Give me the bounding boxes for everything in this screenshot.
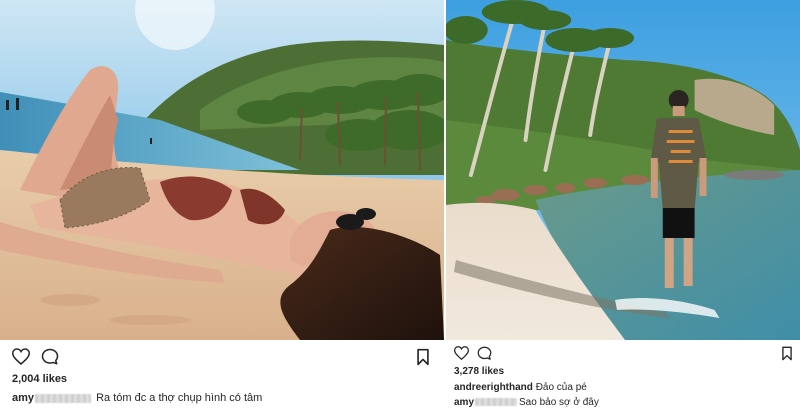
post-actions-bar [0,343,444,371]
redacted-username-blur [35,393,92,403]
comment: andreerighthand Đảo của pé [454,382,587,393]
comment-text: Sao bảo sợ ở đây [519,397,599,408]
speech-bubble-icon[interactable] [477,346,492,361]
instagram-post-right: 3,278 likes andreerighthand Đảo của pé a… [444,0,800,409]
redacted-username-blur [475,398,518,407]
post-photo-beach-sunbathing[interactable] [0,0,444,340]
likes-count[interactable]: 2,004 likes [12,373,67,385]
post-photo-man-on-beach[interactable] [446,0,800,340]
instagram-post-left: 2,004 likes amy Ra tóm đc a thợ chụp hìn… [0,0,444,409]
comment: amy Sao bảo sợ ở đây [454,397,599,408]
comment-username[interactable]: amy [454,397,474,408]
comment-text: Ra tóm đc a thợ chụp hình có tâm [96,392,263,404]
heart-icon[interactable] [454,346,469,360]
heart-icon[interactable] [12,348,30,365]
likes-count[interactable]: 3,278 likes [454,366,504,377]
comment-text: Đảo của pé [535,382,587,393]
comment: amy Ra tóm đc a thợ chụp hình có tâm [12,392,262,404]
comment-username[interactable]: andreerighthand [454,382,533,393]
instagram-posts-collage: 2,004 likes amy Ra tóm đc a thợ chụp hìn… [0,0,800,409]
speech-bubble-icon[interactable] [41,348,59,366]
bookmark-icon[interactable] [781,346,793,361]
comment-username[interactable]: amy [12,392,34,404]
bookmark-icon[interactable] [416,348,430,366]
